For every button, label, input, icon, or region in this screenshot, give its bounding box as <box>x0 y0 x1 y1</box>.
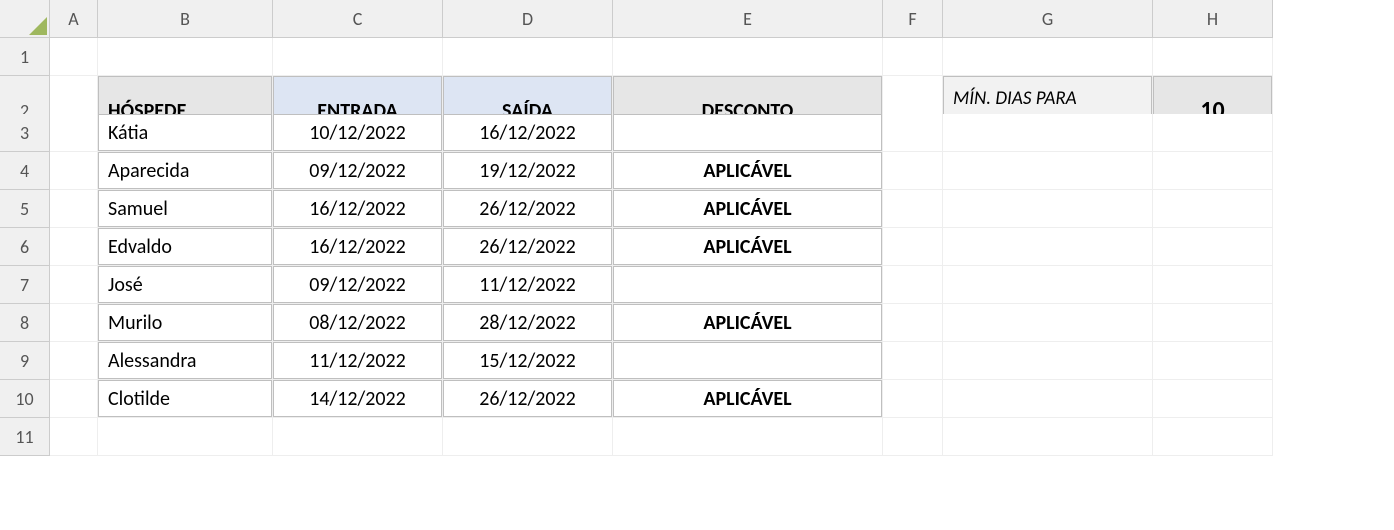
col-header-A[interactable]: A <box>50 0 98 38</box>
cell-saida[interactable]: 11/12/2022 <box>443 266 613 304</box>
cell-G4[interactable] <box>943 152 1153 190</box>
row-header-9[interactable]: 9 <box>0 342 50 380</box>
col-header-C[interactable]: C <box>273 0 443 38</box>
cell-G9[interactable] <box>943 342 1153 380</box>
cell-B1[interactable] <box>98 38 273 76</box>
row-header-8[interactable]: 8 <box>0 304 50 342</box>
cell-hospede[interactable]: Murilo <box>98 304 273 342</box>
cell-hospede[interactable]: Kátia <box>98 114 273 152</box>
cell-desconto[interactable]: APLICÁVEL <box>613 190 883 228</box>
cell-desconto[interactable]: APLICÁVEL <box>613 228 883 266</box>
col-header-B[interactable]: B <box>98 0 273 38</box>
cell-H5[interactable] <box>1153 190 1273 228</box>
cell-H11[interactable] <box>1153 418 1273 456</box>
cell-H8[interactable] <box>1153 304 1273 342</box>
cell-hospede[interactable]: Clotilde <box>98 380 273 418</box>
row-header-10[interactable]: 10 <box>0 380 50 418</box>
cell-entrada[interactable]: 16/12/2022 <box>273 228 443 266</box>
cell-saida[interactable]: 28/12/2022 <box>443 304 613 342</box>
cell-saida[interactable]: 26/12/2022 <box>443 190 613 228</box>
cell-saida[interactable]: 15/12/2022 <box>443 342 613 380</box>
cell-A11[interactable] <box>50 418 98 456</box>
cell-G6[interactable] <box>943 228 1153 266</box>
row-header-7[interactable]: 7 <box>0 266 50 304</box>
cell-entrada[interactable]: 11/12/2022 <box>273 342 443 380</box>
cell-H4[interactable] <box>1153 152 1273 190</box>
cell-G11[interactable] <box>943 418 1153 456</box>
cell-H6[interactable] <box>1153 228 1273 266</box>
cell-G10[interactable] <box>943 380 1153 418</box>
cell-H3[interactable] <box>1153 114 1273 152</box>
row-header-4[interactable]: 4 <box>0 152 50 190</box>
cell-hospede[interactable]: Aparecida <box>98 152 273 190</box>
cell-A6[interactable] <box>50 228 98 266</box>
cell-G8[interactable] <box>943 304 1153 342</box>
col-header-H[interactable]: H <box>1153 0 1273 38</box>
cell-F11[interactable] <box>883 418 943 456</box>
cell-saida[interactable]: 26/12/2022 <box>443 228 613 266</box>
cell-desconto[interactable]: APLICÁVEL <box>613 304 883 342</box>
cell-desconto[interactable] <box>613 266 883 304</box>
cell-C11[interactable] <box>273 418 443 456</box>
cell-F3[interactable] <box>883 114 943 152</box>
cell-G7[interactable] <box>943 266 1153 304</box>
cell-H10[interactable] <box>1153 380 1273 418</box>
row-header-5[interactable]: 5 <box>0 190 50 228</box>
cell-F4[interactable] <box>883 152 943 190</box>
cell-A3[interactable] <box>50 114 98 152</box>
cell-saida[interactable]: 19/12/2022 <box>443 152 613 190</box>
cell-A10[interactable] <box>50 380 98 418</box>
cell-entrada[interactable]: 14/12/2022 <box>273 380 443 418</box>
cell-A9[interactable] <box>50 342 98 380</box>
cell-desconto[interactable]: APLICÁVEL <box>613 152 883 190</box>
cell-G5[interactable] <box>943 190 1153 228</box>
cell-F8[interactable] <box>883 304 943 342</box>
cell-F7[interactable] <box>883 266 943 304</box>
cell-A1[interactable] <box>50 38 98 76</box>
cell-saida[interactable]: 26/12/2022 <box>443 380 613 418</box>
cell-entrada[interactable]: 16/12/2022 <box>273 190 443 228</box>
cell-hospede[interactable]: José <box>98 266 273 304</box>
cell-E11[interactable] <box>613 418 883 456</box>
row-header-11[interactable]: 11 <box>0 418 50 456</box>
cell-A5[interactable] <box>50 190 98 228</box>
col-header-E[interactable]: E <box>613 0 883 38</box>
cell-saida[interactable]: 16/12/2022 <box>443 114 613 152</box>
cell-H7[interactable] <box>1153 266 1273 304</box>
cell-C1[interactable] <box>273 38 443 76</box>
cell-hospede[interactable]: Samuel <box>98 190 273 228</box>
cell-F6[interactable] <box>883 228 943 266</box>
cell-hospede[interactable]: Alessandra <box>98 342 273 380</box>
cell-desconto[interactable]: APLICÁVEL <box>613 380 883 418</box>
row-header-6[interactable]: 6 <box>0 228 50 266</box>
cell-F9[interactable] <box>883 342 943 380</box>
cell-desconto[interactable] <box>613 114 883 152</box>
col-header-G[interactable]: G <box>943 0 1153 38</box>
cell-G3[interactable] <box>943 114 1153 152</box>
cell-A4[interactable] <box>50 152 98 190</box>
cell-A8[interactable] <box>50 304 98 342</box>
cell-F10[interactable] <box>883 380 943 418</box>
cell-B11[interactable] <box>98 418 273 456</box>
cell-entrada[interactable]: 09/12/2022 <box>273 152 443 190</box>
cell-entrada[interactable]: 09/12/2022 <box>273 266 443 304</box>
cell-H9[interactable] <box>1153 342 1273 380</box>
col-header-D[interactable]: D <box>443 0 613 38</box>
select-all-corner[interactable] <box>0 0 50 38</box>
cell-desconto[interactable] <box>613 342 883 380</box>
row-header-1[interactable]: 1 <box>0 38 50 76</box>
cell-A7[interactable] <box>50 266 98 304</box>
cell-F5[interactable] <box>883 190 943 228</box>
cell-D1[interactable] <box>443 38 613 76</box>
cell-hospede[interactable]: Edvaldo <box>98 228 273 266</box>
cell-H1[interactable] <box>1153 38 1273 76</box>
cell-D11[interactable] <box>443 418 613 456</box>
cell-G1[interactable] <box>943 38 1153 76</box>
col-header-F[interactable]: F <box>883 0 943 38</box>
cell-E1[interactable] <box>613 38 883 76</box>
cell-entrada[interactable]: 10/12/2022 <box>273 114 443 152</box>
row-header-3[interactable]: 3 <box>0 114 50 152</box>
cell-F1[interactable] <box>883 38 943 76</box>
cell-entrada[interactable]: 08/12/2022 <box>273 304 443 342</box>
